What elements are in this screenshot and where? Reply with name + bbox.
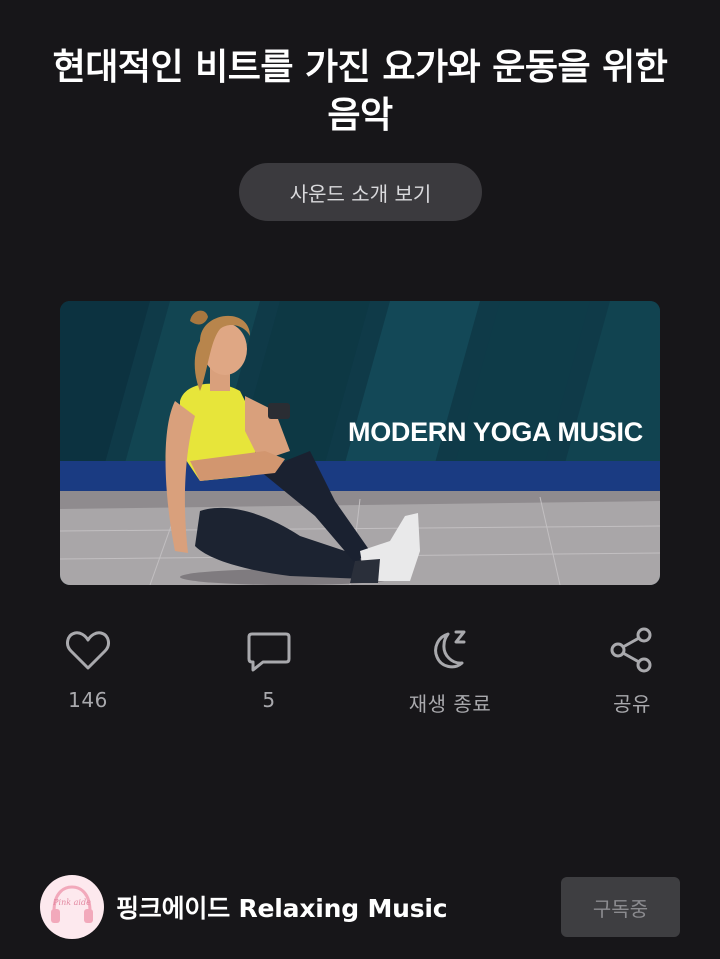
sleep-timer-label: 재생 종료 xyxy=(408,692,492,716)
comment-button[interactable]: 5 xyxy=(209,624,329,712)
share-icon xyxy=(610,627,652,673)
comment-count: 5 xyxy=(262,688,276,712)
like-button[interactable]: 146 xyxy=(28,624,148,712)
subscribe-button[interactable]: 구독중 xyxy=(561,877,680,937)
like-count: 146 xyxy=(68,688,108,712)
comment-icon xyxy=(247,632,291,672)
page-title: 현대적인 비트를 가진 요가와 운동을 위한 음악 xyxy=(52,47,668,136)
sleep-timer-button[interactable]: 재생 종료 xyxy=(390,624,510,717)
heart-icon xyxy=(66,631,110,670)
share-button[interactable]: 공유 xyxy=(572,624,692,717)
channel-info: Pink aide 핑크에이드 Relaxing Music xyxy=(40,875,448,939)
channel-name[interactable]: 핑크에이드 Relaxing Music xyxy=(116,889,448,925)
logo-text: Pink aide xyxy=(52,898,91,907)
channel-avatar[interactable]: Pink aide xyxy=(40,875,104,939)
banner-title: MODERN YOGA MUSIC xyxy=(348,417,643,447)
action-bar: 146 5 재생 종료 공유 xyxy=(0,624,720,724)
moon-zzz-icon xyxy=(434,630,466,669)
share-label: 공유 xyxy=(613,692,651,716)
banner-image[interactable]: MODERN YOGA MUSIC xyxy=(60,301,660,585)
sound-intro-button[interactable]: 사운드 소개 보기 xyxy=(239,163,482,221)
headphones-logo-icon: Pink aide xyxy=(51,885,93,923)
